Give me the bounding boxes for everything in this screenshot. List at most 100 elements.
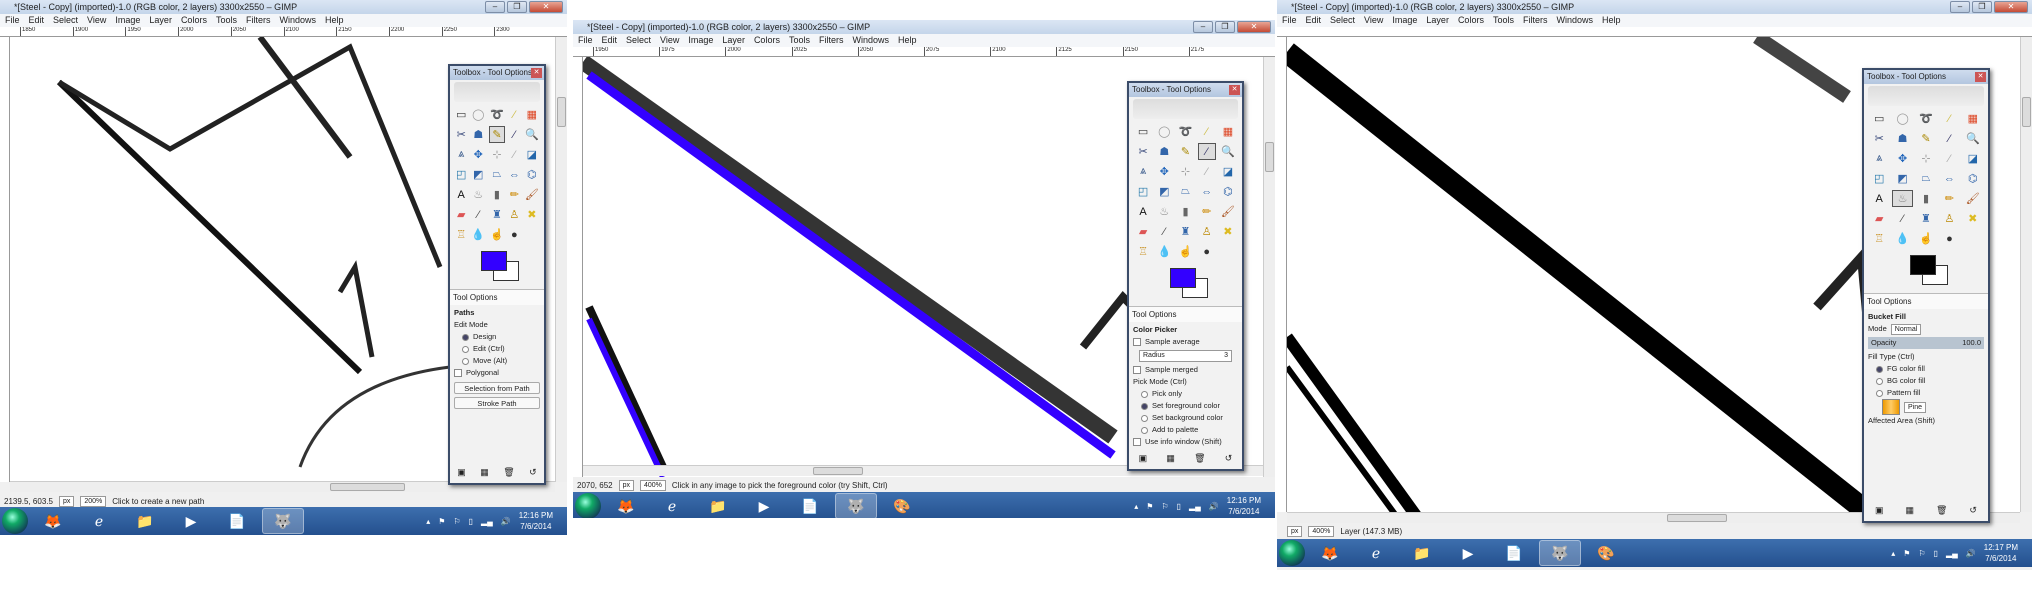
blur-tool[interactable]: 💧 bbox=[470, 226, 486, 243]
reset-options-icon[interactable]: ↺ bbox=[529, 467, 537, 481]
fuzzy-select-tool[interactable]: ⁄ bbox=[1939, 110, 1959, 127]
perspective-tool[interactable]: ⏢ bbox=[1176, 183, 1194, 200]
radius-spinner[interactable]: Radius 3 bbox=[1139, 350, 1232, 362]
menu-edit[interactable]: Edit bbox=[602, 34, 618, 47]
cage-tool[interactable]: ⌬ bbox=[524, 166, 540, 183]
vertical-scrollbar[interactable] bbox=[1263, 57, 1275, 477]
ink-tool[interactable]: ♜ bbox=[489, 206, 505, 223]
zoom-tool[interactable]: 🔍 bbox=[1963, 130, 1983, 147]
network-icon[interactable]: ⚑ bbox=[438, 517, 445, 526]
zoom-select[interactable]: 200% bbox=[80, 495, 107, 507]
radio-option[interactable]: Pattern fill bbox=[1868, 387, 1984, 399]
text-tool[interactable]: A bbox=[1869, 190, 1889, 207]
flip-tool[interactable]: ⇔ bbox=[1939, 170, 1959, 187]
measure-tool[interactable]: ⩓ bbox=[455, 146, 467, 163]
crop-tool[interactable]: ⁄ bbox=[1198, 163, 1216, 180]
menu-image[interactable]: Image bbox=[115, 14, 140, 27]
crop-tool[interactable]: ⁄ bbox=[1939, 150, 1959, 167]
menu-filters[interactable]: Filters bbox=[819, 34, 844, 47]
menu-windows[interactable]: Windows bbox=[852, 34, 889, 47]
toolbox-close-button[interactable]: ✕ bbox=[531, 68, 542, 78]
blur-tool[interactable]: 💧 bbox=[1892, 230, 1912, 247]
scrollbar-thumb[interactable] bbox=[1667, 514, 1727, 522]
menu-filters[interactable]: Filters bbox=[1523, 14, 1548, 27]
menu-view[interactable]: View bbox=[660, 34, 679, 47]
heal-tool[interactable]: ✖ bbox=[1219, 223, 1237, 240]
color-picker-tool[interactable]: ⁄ bbox=[1197, 143, 1216, 160]
free-select-tool[interactable]: ➰ bbox=[1916, 110, 1936, 127]
pattern-swatch[interactable] bbox=[1882, 399, 1900, 415]
color-picker-tool[interactable]: ⁄ bbox=[1939, 130, 1959, 147]
power-icon[interactable]: ▯ bbox=[1177, 502, 1181, 511]
blend-tool[interactable]: ▮ bbox=[1916, 190, 1936, 207]
rect-select-tool[interactable]: ▭ bbox=[455, 106, 467, 123]
signal-icon[interactable]: ▂▄ bbox=[1189, 502, 1201, 511]
internet-explorer-icon[interactable]: ℯ bbox=[651, 493, 693, 518]
action-center-icon[interactable]: ⚐ bbox=[1161, 502, 1168, 511]
start-button[interactable] bbox=[2, 508, 28, 534]
paintbrush-tool[interactable]: 🖌 bbox=[524, 186, 540, 203]
maximize-button[interactable]: ❐ bbox=[507, 1, 527, 13]
menu-help[interactable]: Help bbox=[898, 34, 917, 47]
blur-tool[interactable]: 💧 bbox=[1155, 243, 1173, 260]
ellipse-select-tool[interactable]: ◯ bbox=[470, 106, 486, 123]
clock[interactable]: 12:16 PM 7/6/2014 bbox=[519, 510, 553, 532]
foreground-color[interactable] bbox=[1169, 268, 1196, 288]
checkbox[interactable] bbox=[1133, 338, 1141, 346]
scrollbar-thumb[interactable] bbox=[813, 467, 863, 475]
color-picker-tool[interactable]: ⁄ bbox=[508, 126, 521, 143]
radio-option[interactable]: FG color fill bbox=[1868, 363, 1984, 375]
unit-select[interactable]: px bbox=[618, 479, 634, 491]
menu-tools[interactable]: Tools bbox=[1493, 14, 1514, 27]
firefox-icon[interactable]: 🦊 bbox=[605, 493, 647, 518]
fuzzy-select-tool[interactable]: ⁄ bbox=[508, 106, 521, 123]
sample-average-checkbox[interactable]: Sample average bbox=[1133, 336, 1238, 348]
clone-tool[interactable]: ♙ bbox=[508, 206, 521, 223]
vertical-scrollbar[interactable] bbox=[555, 37, 567, 482]
eraser-tool[interactable]: ▰ bbox=[1869, 210, 1889, 227]
action-center-icon[interactable]: ⚐ bbox=[1918, 549, 1925, 558]
menu-edit[interactable]: Edit bbox=[1306, 14, 1322, 27]
menu-image[interactable]: Image bbox=[1392, 14, 1417, 27]
option-checkbox[interactable]: Polygonal bbox=[454, 367, 540, 379]
firefox-icon[interactable]: 🦊 bbox=[32, 508, 74, 534]
option-checkbox[interactable]: Use info window (Shift) bbox=[1133, 436, 1238, 448]
document-icon[interactable]: 📄 bbox=[216, 508, 258, 534]
zoom-tool[interactable]: 🔍 bbox=[524, 126, 540, 143]
cage-tool[interactable]: ⌬ bbox=[1219, 183, 1237, 200]
action-center-icon[interactable]: ⚐ bbox=[453, 517, 460, 526]
show-hidden-icons[interactable]: ▴ bbox=[1134, 502, 1138, 511]
menu-tools[interactable]: Tools bbox=[789, 34, 810, 47]
checkbox[interactable] bbox=[1133, 438, 1141, 446]
media-player-icon[interactable]: ▶ bbox=[1447, 540, 1489, 566]
move-tool[interactable]: ✥ bbox=[1892, 150, 1912, 167]
volume-icon[interactable]: 🔊 bbox=[1209, 502, 1219, 511]
perspective-clone-tool[interactable]: ♖ bbox=[1869, 230, 1889, 247]
rect-select-tool[interactable]: ▭ bbox=[1869, 110, 1889, 127]
document-icon[interactable]: 📄 bbox=[789, 493, 831, 518]
airbrush-tool[interactable]: ⁄ bbox=[1892, 210, 1912, 227]
radio-button[interactable] bbox=[1141, 414, 1148, 422]
radio-button[interactable] bbox=[1141, 390, 1148, 398]
unit-select[interactable]: px bbox=[58, 495, 75, 507]
menu-edit[interactable]: Edit bbox=[29, 14, 45, 27]
scrollbar-thumb[interactable] bbox=[2022, 97, 2031, 127]
radio-option[interactable]: Move (Alt) bbox=[454, 355, 540, 367]
move-tool[interactable]: ✥ bbox=[1155, 163, 1173, 180]
flip-tool[interactable]: ⇔ bbox=[1198, 183, 1216, 200]
menu-select[interactable]: Select bbox=[1330, 14, 1355, 27]
pencil-tool[interactable]: ✏ bbox=[508, 186, 521, 203]
save-options-icon[interactable]: ▣ bbox=[457, 467, 466, 481]
menu-image[interactable]: Image bbox=[688, 34, 713, 47]
gimp-icon[interactable]: 🐺 bbox=[835, 493, 877, 518]
radio-option[interactable]: Pick only bbox=[1133, 388, 1238, 400]
menu-layer[interactable]: Layer bbox=[722, 34, 745, 47]
menu-layer[interactable]: Layer bbox=[149, 14, 172, 27]
foreground-select-tool[interactable]: ☗ bbox=[470, 126, 486, 143]
zoom-tool[interactable]: 🔍 bbox=[1219, 143, 1237, 160]
selection-from-path-button[interactable]: Selection from Path bbox=[454, 382, 540, 394]
toolbox-close-button[interactable]: ✕ bbox=[1975, 72, 1986, 82]
menu-windows[interactable]: Windows bbox=[279, 14, 316, 27]
smudge-tool[interactable]: ☝ bbox=[489, 226, 505, 243]
select-by-color-tool[interactable]: ▦ bbox=[1219, 123, 1237, 140]
